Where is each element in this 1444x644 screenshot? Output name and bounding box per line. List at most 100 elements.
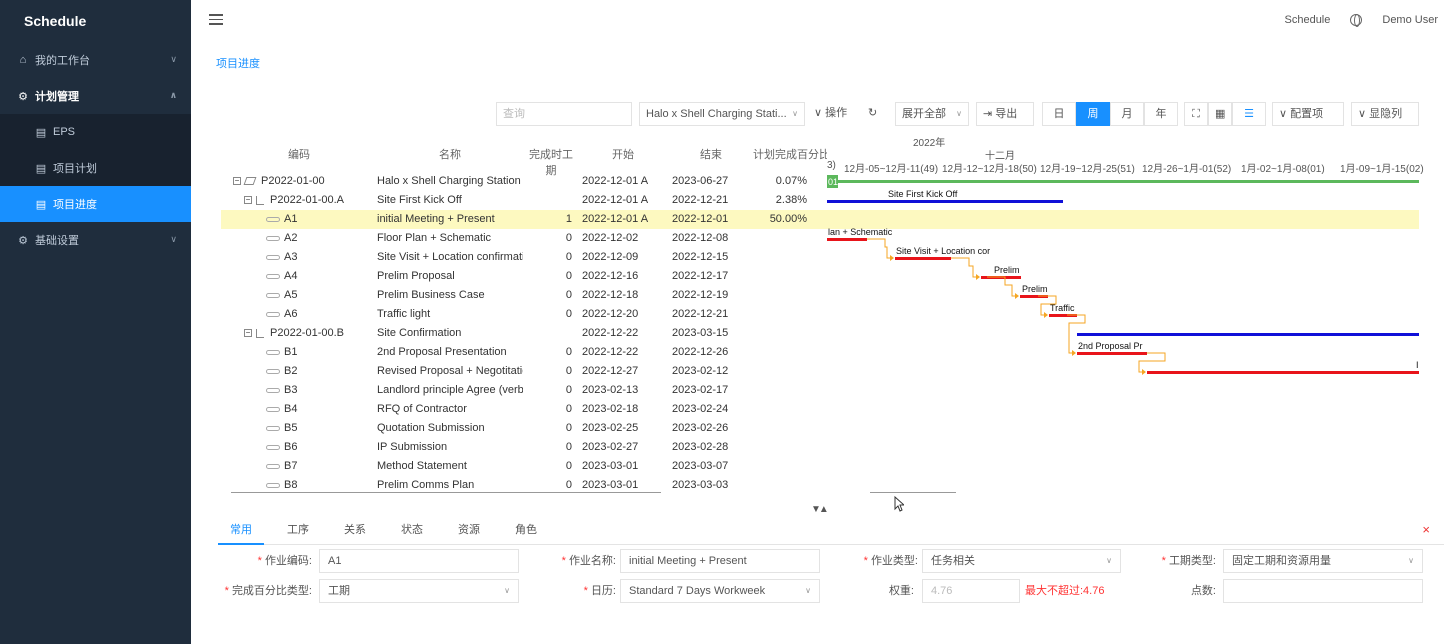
tab-relations[interactable]: 关系: [332, 517, 378, 545]
collapse-icon[interactable]: −: [244, 196, 252, 205]
cell-code: − P2022-01-00: [233, 175, 325, 187]
cell-start: 2023-02-18: [582, 403, 639, 415]
tab-common[interactable]: 常用: [218, 517, 264, 545]
chevron-down-icon: ∨: [1408, 556, 1414, 565]
gantt-bar-label: Site Visit + Location cor: [896, 246, 990, 256]
cell-start: 2022-12-22: [582, 346, 639, 358]
view-month-button[interactable]: 月: [1110, 102, 1144, 126]
sidebar-item-plan-mgmt[interactable]: ⚙ 计划管理 ∧: [0, 78, 191, 114]
col-header-pct[interactable]: 计划完成百分比(实际): [753, 146, 827, 162]
cell-name: Site Confirmation: [377, 327, 462, 339]
cell-start: 2022-12-20: [582, 308, 639, 320]
task-icon: [266, 235, 280, 241]
user-menu[interactable]: Demo User: [1382, 14, 1438, 26]
config-button[interactable]: ∨ 配置项: [1272, 102, 1344, 126]
view-week-button[interactable]: 周: [1076, 102, 1110, 126]
cell-end: 2023-03-07: [672, 460, 729, 472]
col-header-end[interactable]: 结束: [673, 146, 749, 162]
cell-duration: 0: [565, 403, 572, 415]
panel-splitter-icon[interactable]: ▼▲: [811, 504, 829, 515]
gantt-dependency-link: [987, 276, 1018, 297]
export-button[interactable]: ⇥ 导出: [976, 102, 1034, 126]
pct-type-select[interactable]: 工期 ∨: [319, 579, 519, 603]
col-header-code[interactable]: 编码: [229, 146, 369, 162]
tab-process[interactable]: 工序: [275, 517, 321, 545]
hidden-columns-button[interactable]: ∨ 显隐列: [1351, 102, 1419, 126]
close-icon[interactable]: ×: [1422, 522, 1430, 537]
gantt-scrollbar[interactable]: [870, 492, 956, 493]
cell-code: B2: [229, 362, 369, 381]
refresh-icon[interactable]: ↻: [862, 102, 886, 126]
globe-icon[interactable]: [1350, 14, 1363, 27]
calendar-select[interactable]: Standard 7 Days Workweek ∨: [620, 579, 820, 603]
table-row[interactable]: B7 Method Statement 0 2023-03-01 2023-03-07: [221, 457, 1419, 476]
operations-button[interactable]: ∨ 操作: [808, 102, 860, 126]
weight-warning: 最大不超过:4.76: [1025, 585, 1105, 597]
menu-toggle-icon[interactable]: [209, 14, 223, 26]
tab-status[interactable]: 状态: [389, 517, 435, 545]
sidebar-item-project-plan[interactable]: ▤ 项目计划: [0, 150, 191, 186]
collapse-icon[interactable]: −: [244, 329, 252, 338]
document-icon: ▤: [35, 198, 47, 211]
table-scrollbar[interactable]: [231, 492, 661, 493]
search-input[interactable]: 查询: [496, 102, 632, 126]
app-link[interactable]: Schedule: [1285, 14, 1331, 26]
cell-duration: 0: [565, 441, 572, 453]
gantt-bar-label: 01: [828, 177, 838, 187]
tree-icon: [256, 195, 264, 205]
task-icon: [266, 482, 280, 488]
gantt-bar-label: lan + Schematic: [828, 227, 893, 237]
gantt-chart: 01 Site First Kick Off lan + SchematicSite…: [827, 175, 1419, 375]
cell-name: Floor Plan + Schematic: [377, 232, 492, 244]
weight-field[interactable]: 4.76: [922, 579, 1020, 603]
grid-icon[interactable]: ▦: [1208, 102, 1232, 126]
name-field[interactable]: initial Meeting + Present: [620, 549, 820, 573]
chevron-down-icon: ∨: [1106, 556, 1112, 565]
gantt-row-highlight: [827, 210, 1419, 229]
submenu-plan: ▤ EPS ▤ 项目计划 ▤ 项目进度: [0, 114, 191, 222]
sidebar-item-eps[interactable]: ▤ EPS: [0, 114, 191, 150]
task-icon: [266, 425, 280, 431]
fullscreen-icon[interactable]: ⛶: [1184, 102, 1208, 126]
gantt-bars-icon[interactable]: ☰: [1232, 102, 1266, 126]
gantt-link-arrow: [1072, 350, 1076, 356]
sidebar-item-workbench[interactable]: ⌂ 我的工作台 ∨: [0, 42, 191, 78]
table-row[interactable]: B5 Quotation Submission 0 2023-02-25 2023-02…: [221, 419, 1419, 438]
cell-pct: 50.00%: [769, 213, 807, 225]
sidebar-item-basic-settings[interactable]: ⚙ 基础设置 ∨: [0, 222, 191, 258]
breadcrumb[interactable]: 项目进度: [216, 55, 260, 71]
table-row[interactable]: B3 Landlord principle Agree (verbal / 0 202…: [221, 381, 1419, 400]
expand-all-select[interactable]: 展开全部 ∨: [895, 102, 969, 126]
sidebar-item-label: EPS: [53, 126, 76, 138]
gantt-task-bar: [827, 238, 867, 241]
cell-end: 2023-02-26: [672, 422, 729, 434]
task-icon: [266, 311, 280, 317]
project-select[interactable]: Halo x Shell Charging Stati... ∨: [639, 102, 805, 126]
cell-duration: 0: [565, 346, 572, 358]
duration-type-select[interactable]: 固定工期和资源用量 ∨: [1223, 549, 1423, 573]
code-label: * 作业编码:: [257, 555, 312, 567]
sidebar-item-project-progress[interactable]: ▤ 项目进度: [0, 186, 191, 222]
view-year-button[interactable]: 年: [1144, 102, 1178, 126]
cell-end: 2022-12-21: [672, 194, 729, 206]
cell-start: 2022-12-09: [582, 251, 639, 263]
sidebar-item-label: 计划管理: [35, 91, 79, 103]
table-row[interactable]: B4 RFQ of Contractor 0 2023-02-18 2023-02-24: [221, 400, 1419, 419]
table-row[interactable]: B6 IP Submission 0 2023-02-27 2023-02-28: [221, 438, 1419, 457]
cell-end: 2023-03-15: [672, 327, 729, 339]
cell-code: B6: [229, 438, 369, 457]
tab-roles[interactable]: 角色: [503, 517, 549, 545]
chevron-down-icon: ∨: [805, 586, 811, 595]
tab-resources[interactable]: 资源: [446, 517, 492, 545]
calendar-label: * 日历:: [583, 585, 616, 597]
cell-start: 2022-12-16: [582, 270, 639, 282]
type-select[interactable]: 任务相关 ∨: [922, 549, 1121, 573]
cell-start: 2023-02-25: [582, 422, 639, 434]
view-day-button[interactable]: 日: [1042, 102, 1076, 126]
col-header-start[interactable]: 开始: [585, 146, 661, 162]
code-field[interactable]: A1: [319, 549, 519, 573]
collapse-icon[interactable]: −: [233, 177, 241, 186]
points-field[interactable]: [1223, 579, 1423, 603]
col-header-name[interactable]: 名称: [377, 146, 523, 162]
cell-pct: 0.07%: [775, 175, 807, 187]
